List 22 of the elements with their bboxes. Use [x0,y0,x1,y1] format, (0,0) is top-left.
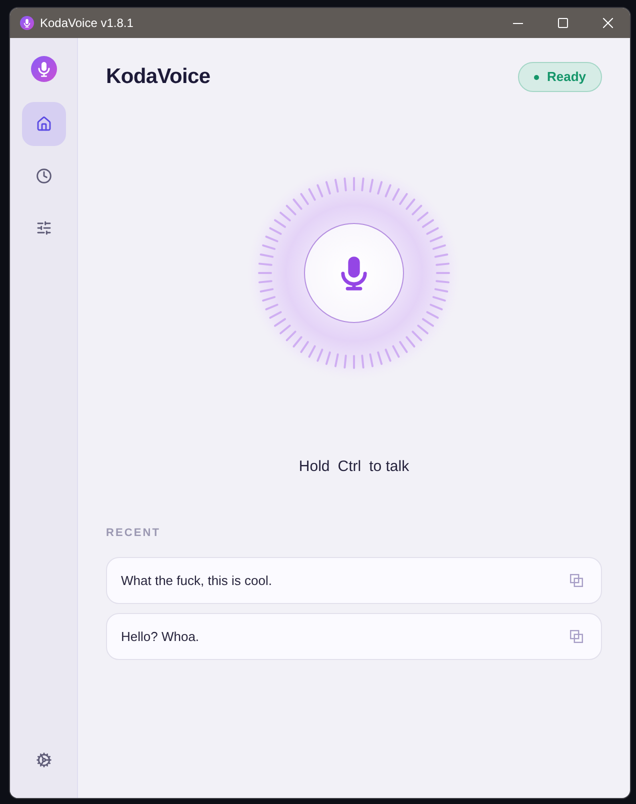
window-title: KodaVoice v1.8.1 [40,15,134,32]
maximize-icon [558,18,568,28]
copy-icon [570,574,582,587]
status-label: Ready [546,68,586,86]
app-title: KodaVoice [106,64,210,90]
app-logo-icon [20,16,34,30]
clock-icon [36,168,52,184]
close-icon [602,18,612,28]
section-heading: RECENT [106,527,160,539]
home-icon [36,116,52,132]
transcript-text: What the fuck, this is cool. [121,572,272,590]
nav-button[interactable] [22,102,66,146]
microphone-icon [340,256,368,290]
app-logo-icon [30,56,56,82]
settings-icon [36,752,52,768]
minimize-icon [512,22,522,24]
sliders-icon [36,220,52,236]
hint-text: to talk [369,457,410,477]
copy-icon [570,630,582,643]
hint-text: Hold [298,457,330,477]
key-label: Ctrl [338,457,362,477]
transcript-text: Hello? Whoa. [121,628,200,646]
